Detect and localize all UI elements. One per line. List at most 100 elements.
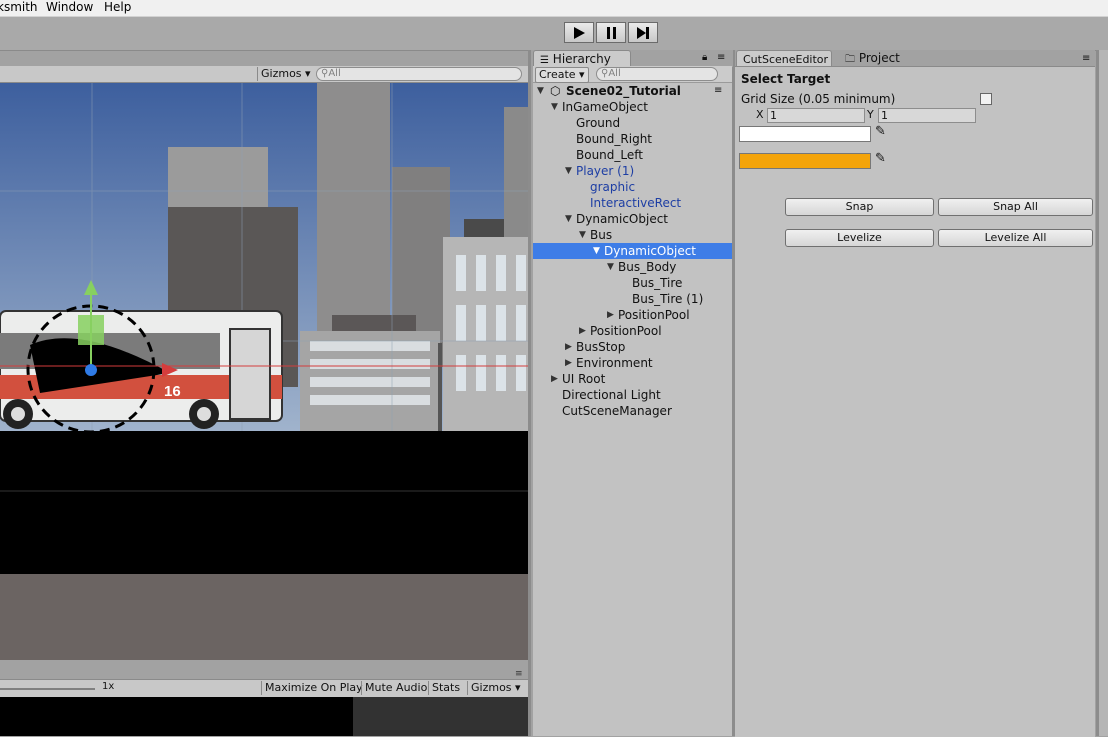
hierarchy-row[interactable]: ▼ InGameObject (533, 99, 732, 115)
grid-size-checkbox[interactable] (980, 93, 992, 105)
hierarchy-row-label: Bus_Tire (632, 276, 683, 290)
panel-menu-icon[interactable]: ≡ (717, 52, 725, 63)
snap-button[interactable]: Snap (785, 198, 934, 216)
maximize-on-play-toggle[interactable]: Maximize On Play (261, 681, 366, 695)
expand-arrow-icon[interactable]: ▼ (593, 243, 600, 259)
hierarchy-row[interactable]: CutSceneManager (533, 403, 732, 419)
tab-hierarchy[interactable]: ☰ Hierarchy (533, 50, 631, 67)
game-view-side (353, 697, 528, 736)
cutscene-tab-label: CutSceneEditor (743, 53, 829, 66)
expand-arrow-icon[interactable]: ▶ (551, 371, 558, 387)
hierarchy-row[interactable]: ▼ Bus (533, 227, 732, 243)
pause-button[interactable] (596, 22, 626, 43)
hierarchy-row-label: BusStop (576, 340, 626, 354)
x-field[interactable]: 1 (767, 108, 865, 123)
project-tab-label: Project (858, 51, 900, 65)
right-edge-panel (1099, 50, 1108, 736)
hierarchy-row[interactable]: Directional Light (533, 387, 732, 403)
game-gizmos-button[interactable]: Gizmos ▾ (467, 681, 524, 695)
hierarchy-row-label: InGameObject (562, 100, 648, 114)
expand-arrow-icon[interactable]: ▶ (607, 307, 614, 323)
game-view[interactable] (0, 697, 528, 736)
game-panel-menu-icon[interactable]: ≡ (515, 669, 523, 679)
color-field-2[interactable] (739, 153, 871, 169)
hierarchy-row[interactable]: Bound_Right (533, 131, 732, 147)
menu-item-window[interactable]: Window (46, 0, 93, 14)
hierarchy-row[interactable]: ▶ PositionPool (533, 307, 732, 323)
expand-arrow-icon[interactable]: ▼ (537, 83, 544, 99)
hierarchy-row-label: Bus_Tire (1) (632, 292, 704, 306)
panel-menu-icon[interactable]: ≡ (1082, 53, 1090, 64)
create-label: Create (539, 68, 576, 81)
scene-search-input[interactable]: ⚲All (316, 67, 522, 81)
hierarchy-search-placeholder: All (608, 68, 621, 79)
scene-gizmos-button[interactable]: Gizmos ▾ (257, 67, 311, 81)
color-field-1[interactable] (739, 126, 871, 142)
menu-item-help[interactable]: Help (104, 0, 131, 14)
menu-item-ksmith[interactable]: ksmith (0, 0, 38, 14)
hierarchy-row-label: CutSceneManager (562, 404, 672, 418)
lock-icon[interactable]: 🔒︎ (702, 52, 707, 63)
hierarchy-row[interactable]: ▼ Bus_Body (533, 259, 732, 275)
expand-arrow-icon[interactable]: ▼ (565, 211, 572, 227)
lower-area (0, 574, 528, 660)
hierarchy-row[interactable]: Bus_Tire (1) (533, 291, 732, 307)
create-button[interactable]: Create ▾ (535, 67, 589, 83)
levelize-button[interactable]: Levelize (785, 229, 934, 247)
expand-arrow-icon[interactable]: ▶ (579, 323, 586, 339)
scene-root-row[interactable]: ▼ ⬡ Scene02_Tutorial ≡ (533, 83, 732, 99)
expand-arrow-icon[interactable]: ▼ (551, 99, 558, 115)
hierarchy-row[interactable]: Bound_Left (533, 147, 732, 163)
expand-arrow-icon[interactable]: ▼ (565, 163, 572, 179)
scale-slider[interactable] (0, 688, 95, 690)
ground (0, 431, 528, 574)
hierarchy-row[interactable]: ▶ PositionPool (533, 323, 732, 339)
cutscene-editor-panel: Select Target Grid Size (0.05 minimum) X… (735, 66, 1095, 737)
expand-arrow-icon[interactable]: ▶ (565, 355, 572, 371)
panel-divider[interactable] (528, 50, 531, 736)
cutscene-tab-row: CutSceneEditor 🗀︎ Project ≡ (735, 50, 1095, 67)
bus-number: 16 (164, 383, 181, 400)
mute-audio-toggle[interactable]: Mute Audio (361, 681, 430, 695)
stats-toggle[interactable]: Stats (428, 681, 463, 695)
building (317, 83, 390, 333)
scene-menu-icon[interactable]: ≡ (714, 83, 722, 99)
tab-cutscene-editor[interactable]: CutSceneEditor (736, 50, 832, 67)
folder-icon: 🗀︎ (845, 54, 855, 65)
hierarchy-row[interactable]: ▶ UI Root (533, 371, 732, 387)
hierarchy-row-label: Bound_Left (576, 148, 643, 162)
building (504, 107, 528, 257)
y-label: Y (867, 108, 874, 121)
hierarchy-search-input[interactable]: ⚲All (596, 67, 718, 81)
hierarchy-row[interactable]: InteractiveRect (533, 195, 732, 211)
hierarchy-row[interactable]: ▼ Player (1) (533, 163, 732, 179)
hierarchy-row-label: Bus (590, 228, 613, 242)
hierarchy-row[interactable]: Bus_Tire (533, 275, 732, 291)
scene-toolbar: Gizmos ▾ ⚲All (0, 66, 528, 83)
expand-arrow-icon[interactable]: ▶ (565, 339, 572, 355)
tab-project[interactable]: 🗀︎ Project (839, 50, 919, 67)
gizmo-center[interactable] (85, 364, 97, 376)
eyedropper-icon[interactable]: ✎ (875, 124, 886, 139)
expand-arrow-icon[interactable]: ▼ (607, 259, 614, 275)
snap-all-button[interactable]: Snap All (938, 198, 1093, 216)
hierarchy-row[interactable]: ▶ BusStop (533, 339, 732, 355)
y-field[interactable]: 1 (878, 108, 976, 123)
unity-scene-icon: ⬡ (550, 84, 561, 98)
levelize-all-button[interactable]: Levelize All (938, 229, 1093, 247)
hierarchy-row-selected[interactable]: ▼ DynamicObject (533, 243, 732, 259)
hierarchy-row-label: Bus_Body (618, 260, 677, 274)
step-button[interactable] (628, 22, 658, 43)
step-icon (637, 26, 649, 39)
hierarchy-row[interactable]: ▶ Environment (533, 355, 732, 371)
eyedropper-icon[interactable]: ✎ (875, 151, 886, 166)
scene-view[interactable]: 16 (0, 83, 528, 660)
hierarchy-tab-row: ☰ Hierarchy 🔒︎ ≡ (531, 50, 733, 67)
hierarchy-row[interactable]: graphic (533, 179, 732, 195)
hierarchy-row[interactable]: Ground (533, 115, 732, 131)
expand-arrow-icon[interactable]: ▼ (579, 227, 586, 243)
hierarchy-row[interactable]: ▼ DynamicObject (533, 211, 732, 227)
play-button[interactable] (564, 22, 594, 43)
grid-size-label: Grid Size (0.05 minimum) (741, 92, 896, 106)
hierarchy-row-label: Bound_Right (576, 132, 653, 146)
